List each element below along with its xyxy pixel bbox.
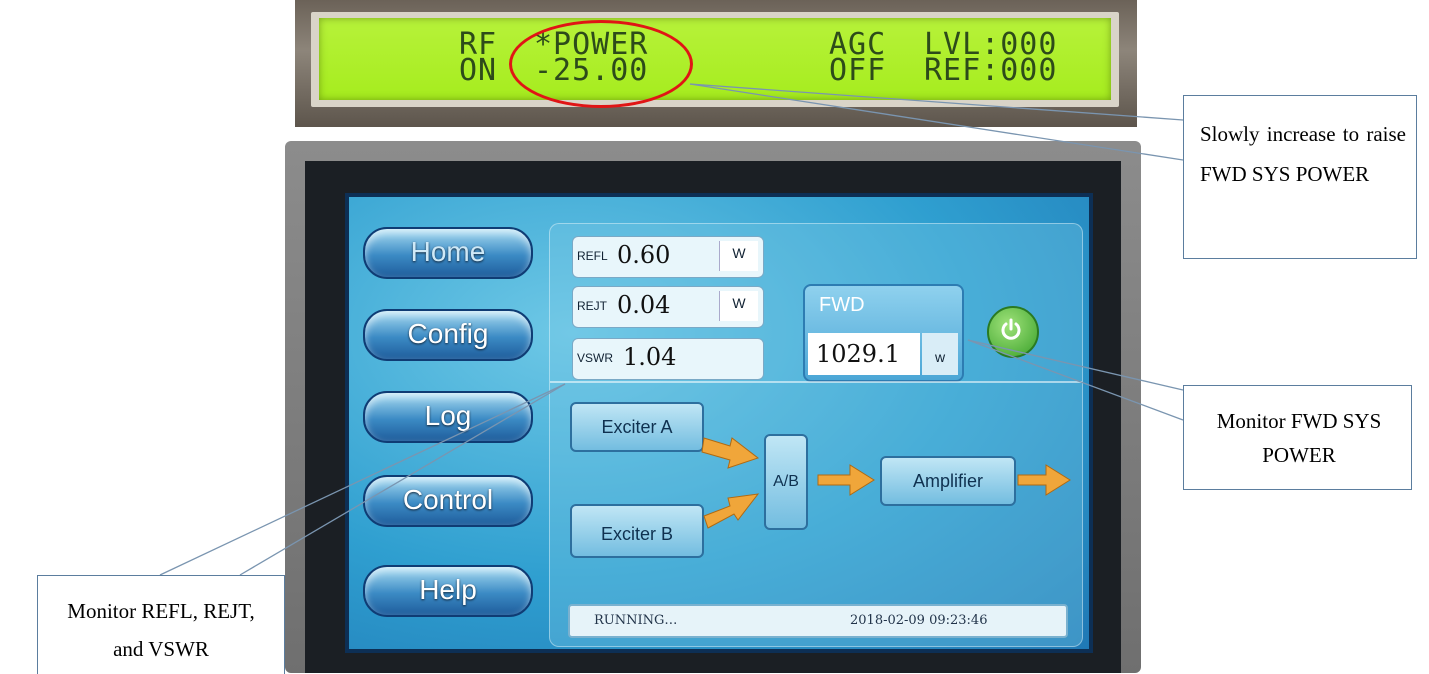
leader-power-1 — [689, 83, 1184, 121]
leader-power-2 — [689, 83, 1184, 161]
callout-fwd: Monitor FWD SYS POWER — [1183, 385, 1412, 490]
leader-fwd-2 — [967, 339, 1184, 421]
leader-refl-2 — [239, 383, 566, 576]
callout-fwd-text: Monitor FWD SYS POWER — [1216, 409, 1382, 467]
callout-power: Slowly increase to raise FWD SYS POWER — [1183, 95, 1417, 259]
leader-refl-1 — [159, 383, 566, 576]
leader-fwd-1 — [967, 339, 1184, 391]
callout-power-text: Slowly increase to raise FWD SYS POWER — [1200, 122, 1406, 186]
callout-refl-text: Monitor REFL, REJT, and VSWR — [67, 599, 255, 661]
callout-refl: Monitor REFL, REJT, and VSWR — [37, 575, 285, 674]
